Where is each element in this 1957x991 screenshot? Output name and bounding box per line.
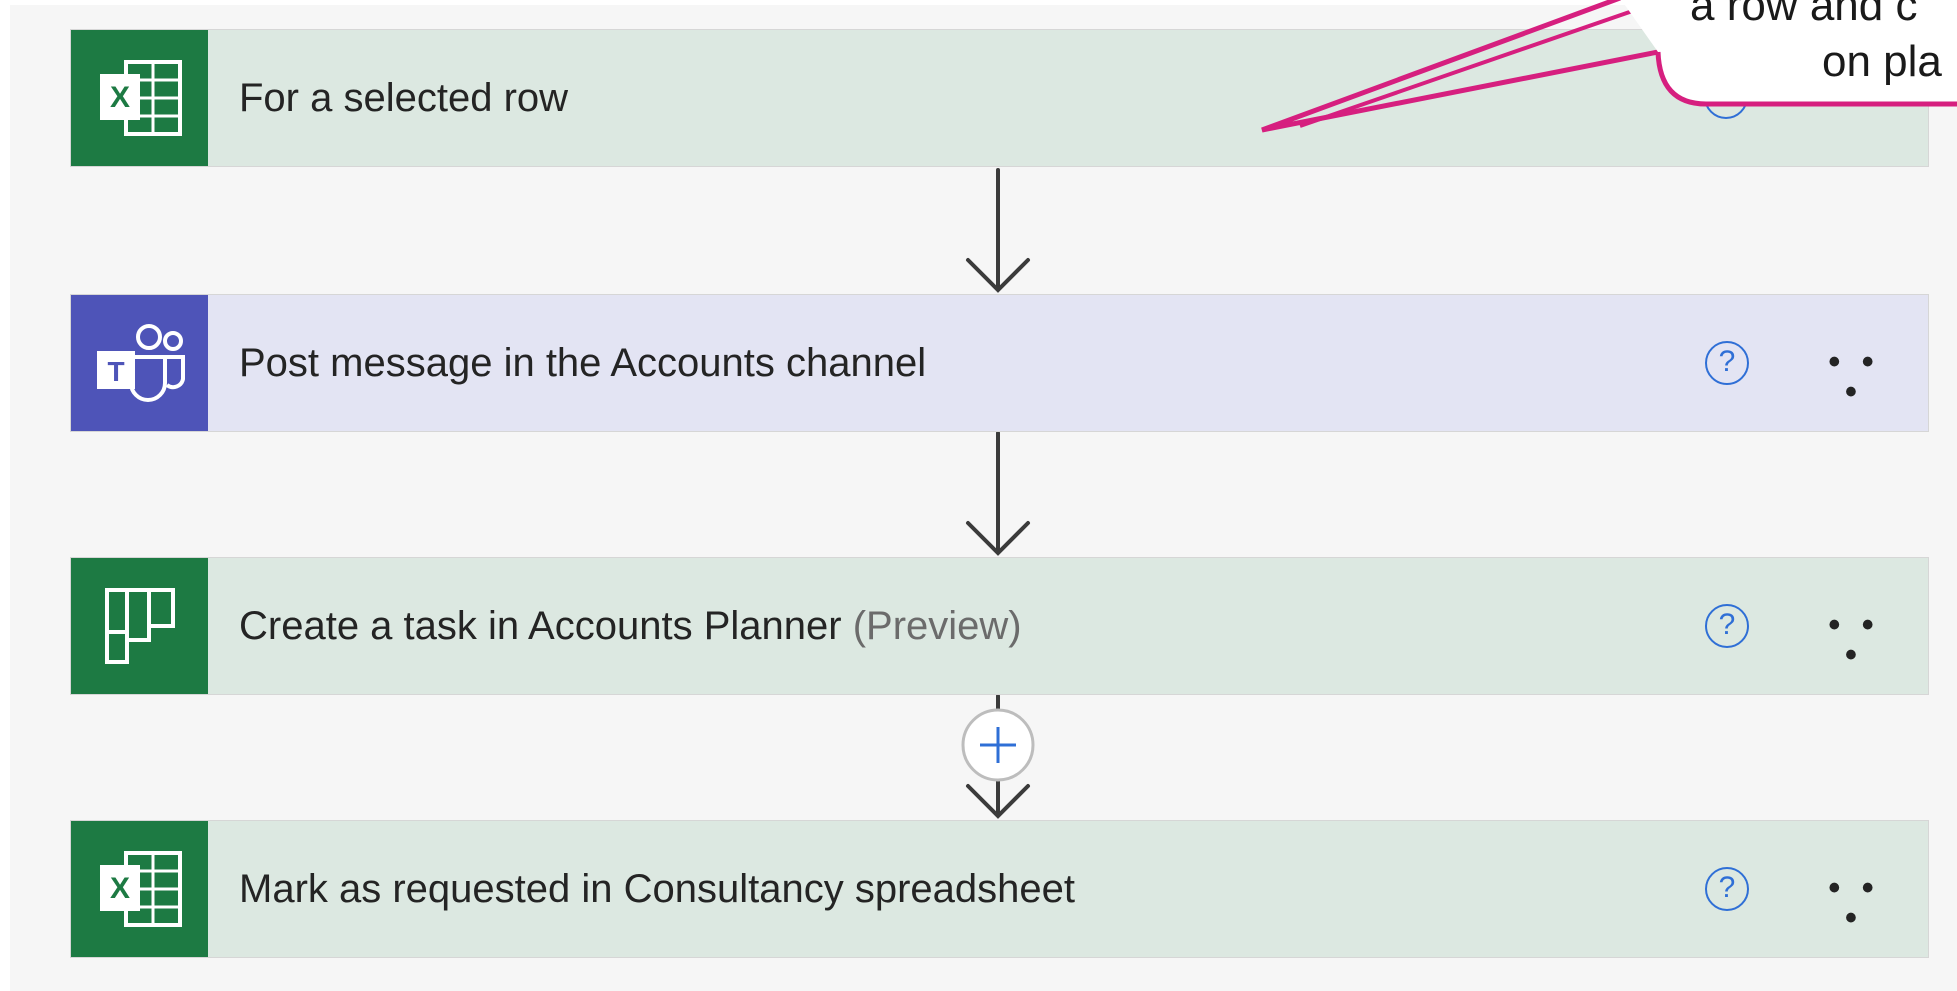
callout-text-line2: on pla xyxy=(1822,37,1942,86)
callout-pointer xyxy=(1261,0,1957,133)
callout-bubble: a row and c on pla xyxy=(1660,0,1957,104)
callout-text-line1: a row and c xyxy=(1690,0,1918,30)
